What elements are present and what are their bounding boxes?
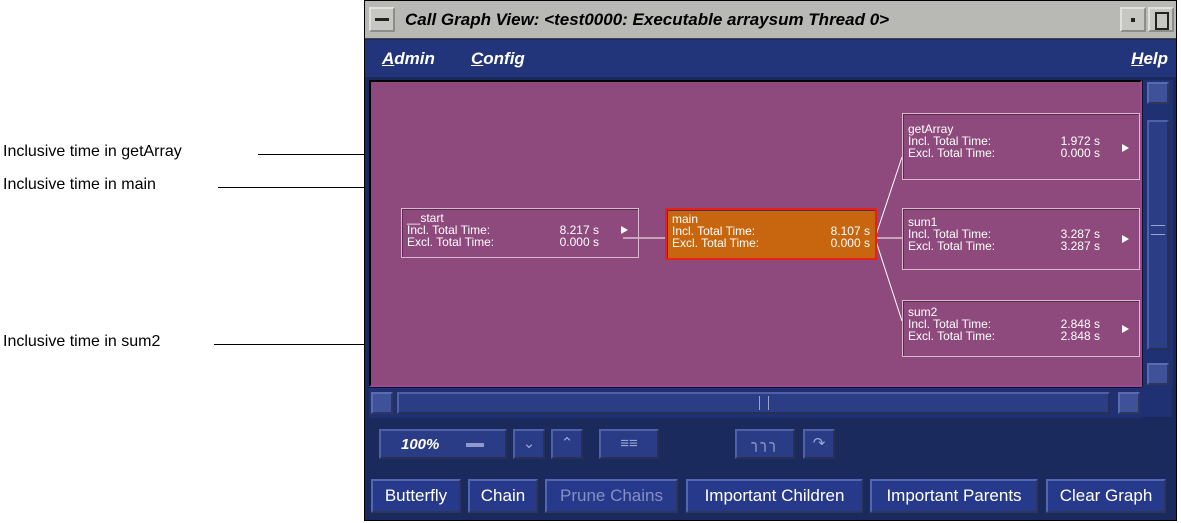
overview-button[interactable]: ≡≡ xyxy=(599,429,659,459)
scrollbar-corner xyxy=(1142,387,1172,417)
excl-value: 0.000 s xyxy=(1060,146,1100,160)
chevron-down-icon: ⌄ xyxy=(522,435,536,452)
clear-graph-button[interactable]: Clear Graph xyxy=(1046,479,1166,513)
realign-graph-button[interactable]: ╮╮╮ xyxy=(735,429,795,459)
zoom-value: 100% xyxy=(401,436,440,453)
expand-arrow-icon[interactable] xyxy=(621,226,628,234)
excl-label: Excl. Total Time: xyxy=(672,236,760,250)
menu-config[interactable]: Config xyxy=(471,49,525,69)
menu-bar: Admin Config Help xyxy=(365,40,1176,77)
callout-main: Inclusive time in main xyxy=(3,176,156,193)
prune-chains-button[interactable]: Prune Chains xyxy=(545,479,678,513)
zoom-menu[interactable]: 100% xyxy=(379,429,507,459)
expand-arrow-icon[interactable] xyxy=(1122,325,1129,333)
maximize-button[interactable] xyxy=(1148,7,1174,32)
title-bar: Call Graph View: <test0000: Executable a… xyxy=(365,1,1176,39)
chain-button[interactable]: Chain xyxy=(468,479,538,513)
zoom-in-button[interactable]: ⌃ xyxy=(551,429,583,459)
option-menu-indicator-icon xyxy=(466,443,484,447)
scroll-right-arrow-icon[interactable] xyxy=(1118,392,1140,414)
menu-help[interactable]: Help xyxy=(1131,49,1168,69)
excl-value: 3.287 s xyxy=(1060,239,1100,253)
excl-value: 2.848 s xyxy=(1060,329,1100,343)
graph-node-sum2[interactable]: sum2 Incl. Total Time: 2.848 s Excl. Tota… xyxy=(902,300,1140,357)
chevron-up-icon: ⌃ xyxy=(560,435,574,452)
rotate-icon: ↷ xyxy=(812,435,826,452)
excl-label: Excl. Total Time: xyxy=(908,329,996,343)
excl-label: Excl. Total Time: xyxy=(407,235,495,249)
scroll-left-arrow-icon[interactable] xyxy=(371,392,393,414)
window-menu-button[interactable] xyxy=(369,7,395,32)
rotate-graph-button[interactable]: ↷ xyxy=(803,429,835,459)
butterfly-button[interactable]: Butterfly xyxy=(371,479,461,513)
graph-node-start[interactable]: __start Incl. Total Time: 8.217 s Excl. T… xyxy=(401,208,639,258)
action-buttons: Butterfly Chain Prune Chains Important C… xyxy=(365,475,1176,517)
vertical-scroll-thumb[interactable] xyxy=(1147,120,1169,350)
zoom-out-button[interactable]: ⌄ xyxy=(513,429,545,459)
scroll-down-arrow-icon[interactable] xyxy=(1147,363,1169,385)
menu-admin[interactable]: Admin xyxy=(382,49,435,69)
window-title: Call Graph View: <test0000: Executable a… xyxy=(405,10,890,29)
important-children-button[interactable]: Important Children xyxy=(686,479,863,513)
graph-node-getarray[interactable]: getArray Incl. Total Time: 1.972 s Excl. … xyxy=(902,113,1140,180)
expand-arrow-icon[interactable] xyxy=(1122,144,1129,152)
call-graph-canvas[interactable]: __start Incl. Total Time: 8.217 s Excl. T… xyxy=(369,80,1142,387)
excl-label: Excl. Total Time: xyxy=(908,239,996,253)
important-parents-button[interactable]: Important Parents xyxy=(870,479,1038,513)
edge-main-getarray xyxy=(874,156,903,239)
callout-getarray: Inclusive time in getArray xyxy=(3,143,182,160)
horizontal-scrollbar[interactable] xyxy=(369,387,1142,418)
excl-value: 0.000 s xyxy=(559,235,599,249)
overview-icon: ≡≡ xyxy=(620,435,638,452)
realign-icon: ╮╮╮ xyxy=(751,435,779,452)
horizontal-scroll-thumb[interactable] xyxy=(397,392,1110,414)
graph-node-main[interactable]: main Incl. Total Time: 8.107 s Excl. Tota… xyxy=(665,208,877,260)
excl-value: 0.000 s xyxy=(830,236,870,250)
graph-toolbar: 100% ⌄ ⌃ ≡≡ ╮╮╮ ↷ xyxy=(365,419,1176,467)
excl-label: Excl. Total Time: xyxy=(908,146,996,160)
callout-sum2: Inclusive time in sum2 xyxy=(3,333,161,350)
call-graph-window: Call Graph View: <test0000: Executable a… xyxy=(364,0,1177,521)
edge-main-sum2 xyxy=(874,237,903,322)
expand-arrow-icon[interactable] xyxy=(1122,235,1129,243)
minimize-button[interactable] xyxy=(1120,7,1146,32)
graph-node-sum1[interactable]: sum1 Incl. Total Time: 3.287 s Excl. Tota… xyxy=(902,208,1140,270)
scroll-up-arrow-icon[interactable] xyxy=(1147,82,1169,104)
vertical-scrollbar[interactable] xyxy=(1142,80,1173,387)
